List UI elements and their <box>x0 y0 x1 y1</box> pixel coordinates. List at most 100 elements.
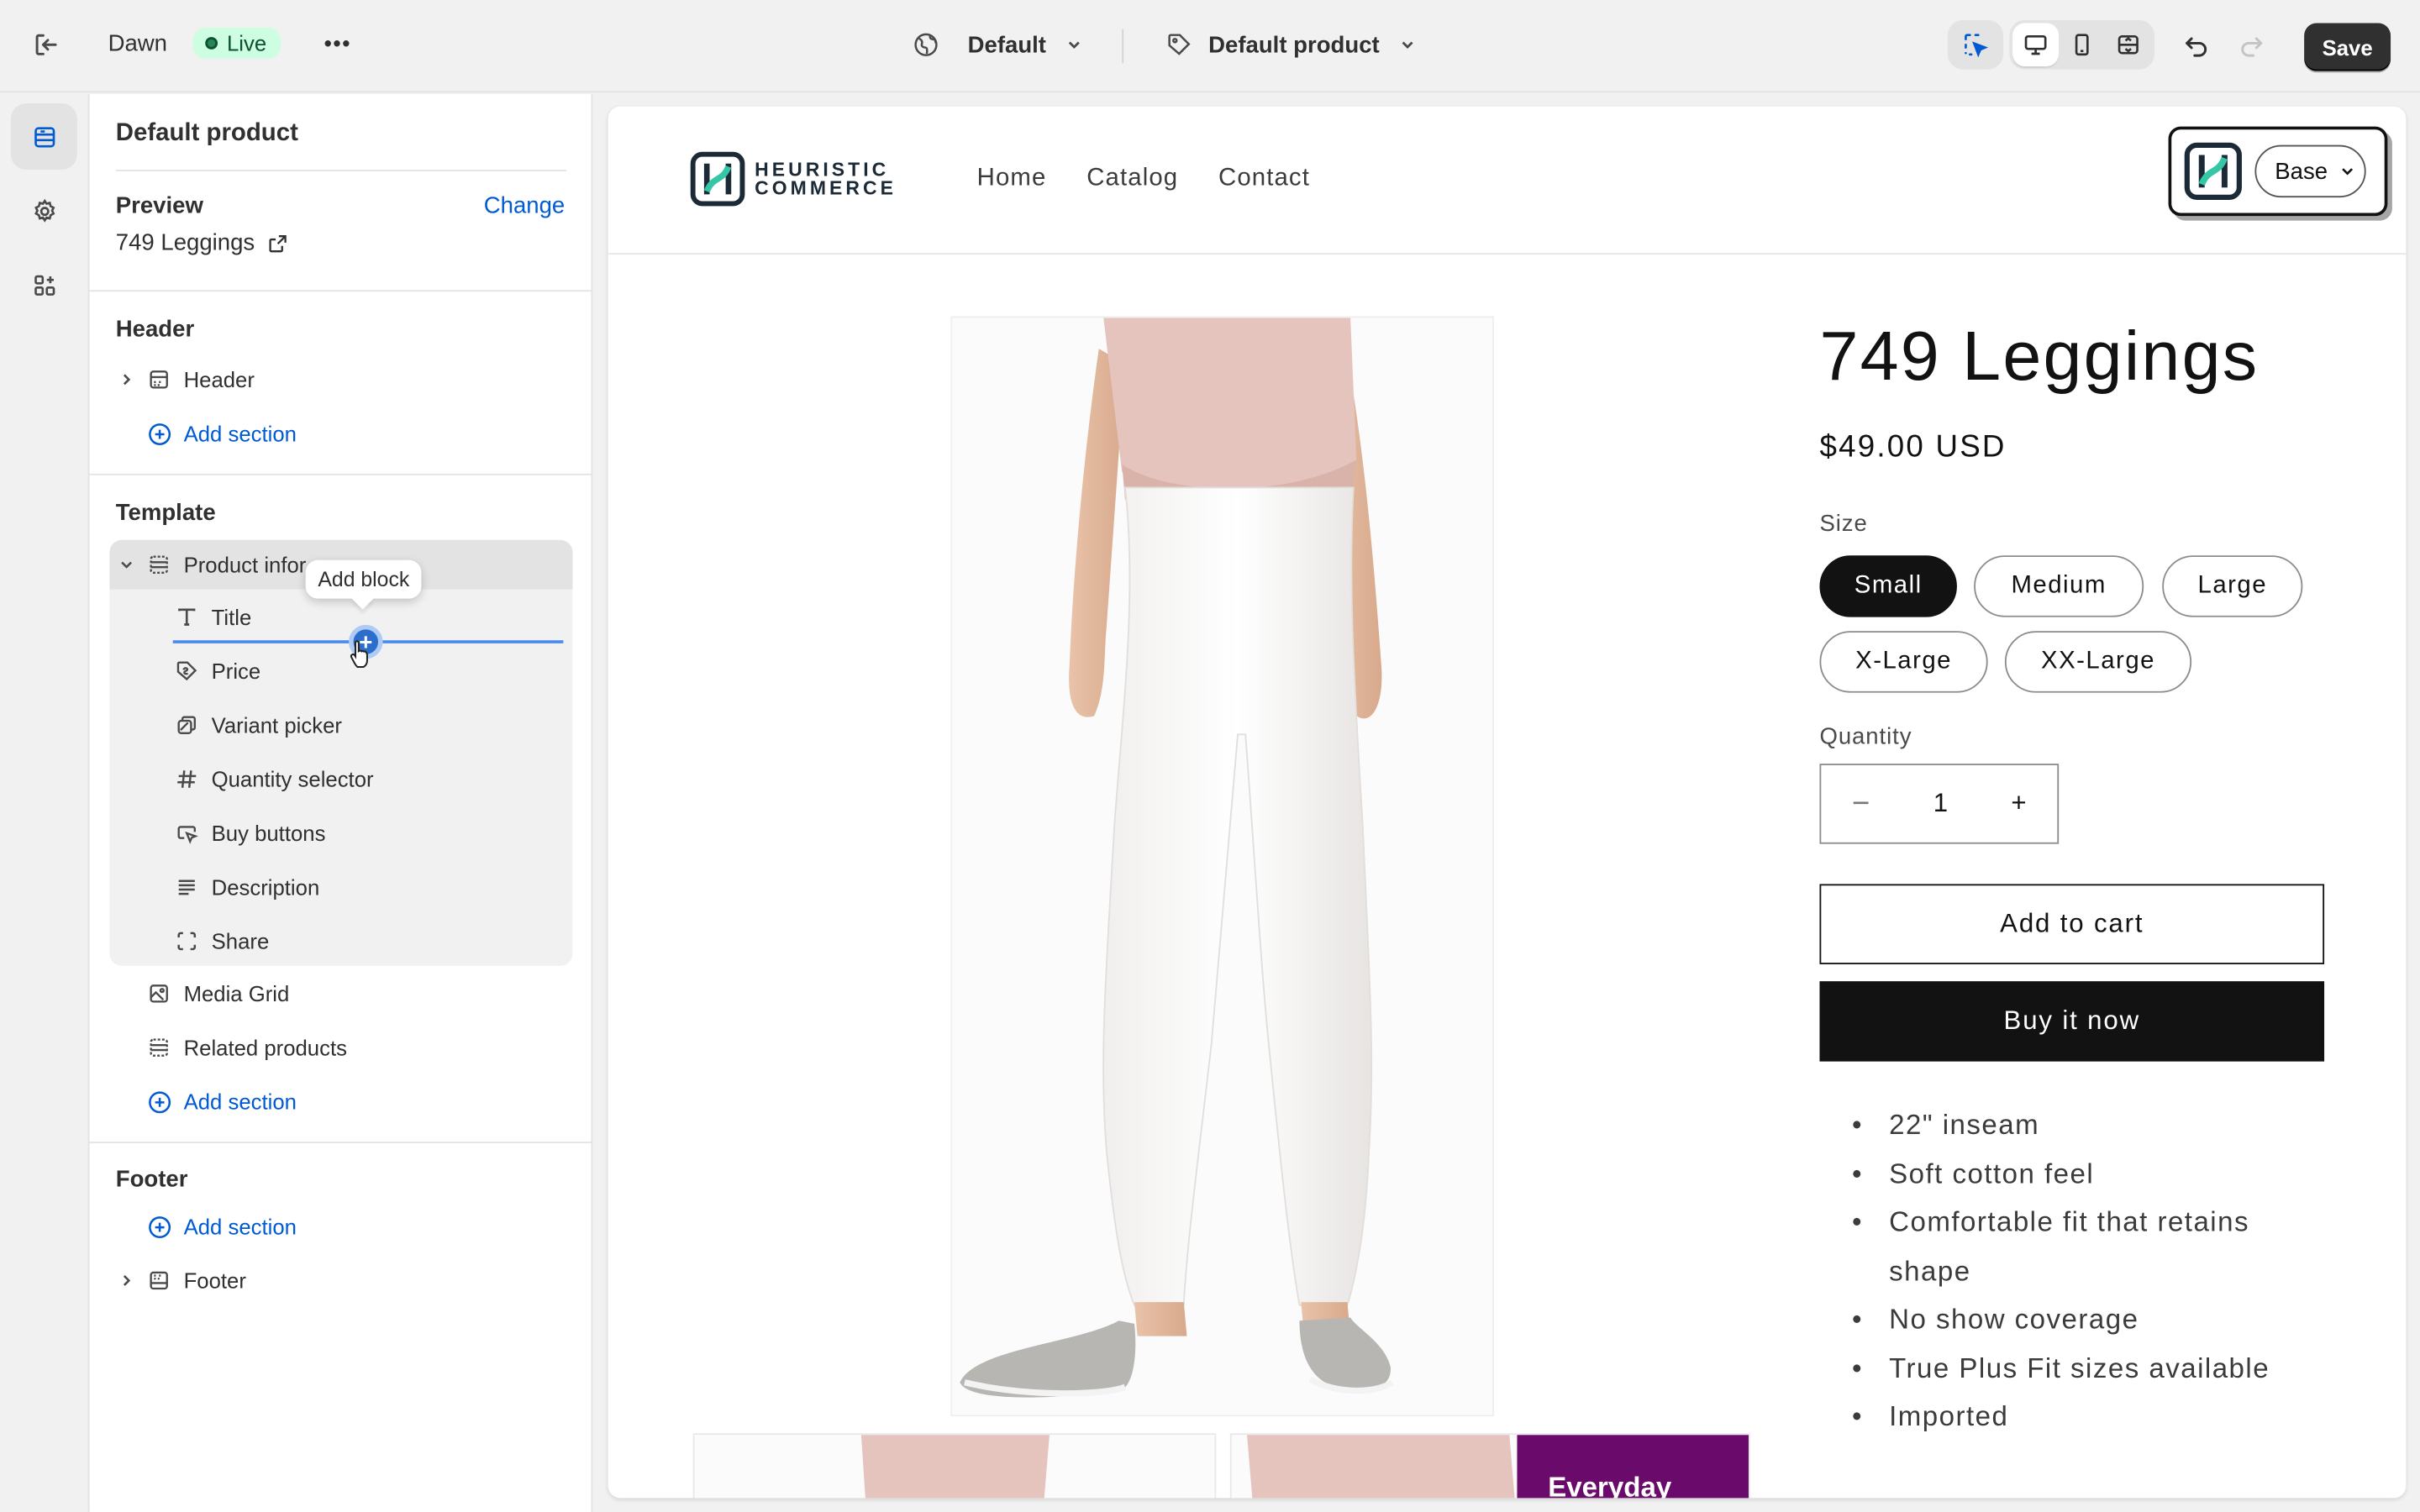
feature-item: 22" inseam <box>1852 1101 2315 1150</box>
logo-line-2: COMMERCE <box>755 177 897 199</box>
template-selector[interactable]: Default product <box>1165 31 1417 59</box>
redo-icon[interactable] <box>2236 31 2267 62</box>
block-quantity-selector[interactable]: Quantity selector <box>175 756 374 802</box>
divider <box>89 1142 593 1143</box>
header-section-icon <box>146 367 171 391</box>
product-main-image[interactable] <box>950 316 1494 1417</box>
select-element-icon[interactable] <box>1951 24 2001 66</box>
desktop-icon[interactable] <box>2012 23 2060 66</box>
nav-home[interactable]: Home <box>977 165 1047 193</box>
button-press-icon <box>175 821 199 845</box>
share-frame-icon <box>175 929 199 953</box>
add-to-cart-button[interactable]: Add to cart <box>1819 884 2325 964</box>
block-label: Price <box>211 659 261 684</box>
block-label: Quantity selector <box>211 766 374 792</box>
exit-icon[interactable] <box>31 29 62 60</box>
store-logo[interactable]: HEURISTIC COMMERCE <box>690 151 897 207</box>
section-product-information[interactable]: Product infor <box>116 542 307 588</box>
base-select-value: Base <box>2275 158 2328 185</box>
add-section-label: Add section <box>183 421 297 446</box>
save-button[interactable]: Save <box>2304 23 2391 71</box>
size-option-x-large[interactable]: X-Large <box>1819 631 1988 693</box>
block-variant-picker[interactable]: Variant picker <box>175 702 342 748</box>
add-section-footer[interactable]: Add section <box>146 1204 297 1250</box>
nav-contact[interactable]: Contact <box>1218 165 1310 193</box>
live-dot-icon <box>205 37 218 50</box>
add-section-template[interactable]: Add section <box>146 1079 297 1125</box>
preview-heading: Preview <box>115 192 203 219</box>
nav-catalog[interactable]: Catalog <box>1086 165 1178 193</box>
fullscreen-icon[interactable] <box>2105 24 2151 66</box>
footer-section-icon <box>146 1268 171 1293</box>
plus-circle-icon <box>149 423 171 445</box>
view-selector[interactable]: Default <box>912 31 1083 59</box>
add-section-header[interactable]: Add section <box>146 411 297 457</box>
section-header[interactable]: Header <box>116 356 255 402</box>
block-buy-buttons[interactable]: Buy buttons <box>175 810 326 856</box>
chevron-right-icon[interactable] <box>116 372 138 387</box>
feature-item: Imported <box>1852 1394 2315 1442</box>
chevron-down-icon <box>2342 168 2354 176</box>
thumbnail-photo <box>1231 1435 1749 1499</box>
sections-icon[interactable] <box>10 103 77 171</box>
size-option-small[interactable]: Small <box>1819 555 1957 617</box>
chevron-down-icon[interactable] <box>116 557 138 572</box>
quantity-increase-button[interactable]: + <box>2011 789 2026 820</box>
size-option-xx-large[interactable]: XX-Large <box>2004 631 2192 693</box>
block-share[interactable]: Share <box>175 918 270 964</box>
editor-topbar: Dawn Live ••• Default Default product Sa… <box>0 0 2420 93</box>
hand-cursor-icon <box>350 640 368 669</box>
header-group-heading: Header <box>115 316 195 343</box>
leggings-photo <box>952 318 1493 1415</box>
size-option-medium[interactable]: Medium <box>1974 555 2144 617</box>
feature-item: True Plus Fit sizes available <box>1852 1345 2315 1394</box>
text-icon <box>175 605 199 629</box>
image-icon <box>146 981 171 1005</box>
block-label: Description <box>211 874 320 900</box>
size-label: Size <box>1819 510 1868 538</box>
divider <box>89 290 593 292</box>
product-section-icon <box>146 553 171 577</box>
block-label: Share <box>211 928 270 954</box>
apps-icon[interactable] <box>11 251 77 318</box>
chevron-down-icon <box>1402 41 1413 49</box>
section-footer[interactable]: Footer <box>116 1257 246 1304</box>
base-select[interactable]: Base <box>2254 144 2366 198</box>
buy-it-now-button[interactable]: Buy it now <box>1819 981 2325 1062</box>
section-icon <box>146 1035 171 1059</box>
preview-product[interactable]: 749 Leggings <box>116 230 289 256</box>
product-thumbnail[interactable] <box>692 1433 1217 1499</box>
section-related-products[interactable]: Related products <box>116 1025 347 1071</box>
divider <box>115 170 567 171</box>
chevron-right-icon[interactable] <box>116 1273 138 1288</box>
product-thumbnail[interactable]: Everyday <box>1229 1433 1750 1499</box>
block-label: Title <box>211 604 252 630</box>
view-selector-label: Default <box>967 31 1046 58</box>
more-actions-icon[interactable]: ••• <box>324 31 352 55</box>
section-label: Product infor <box>183 552 307 577</box>
quantity-value[interactable]: 1 <box>1933 789 1948 820</box>
quantity-stepper: − 1 + <box>1819 764 2060 844</box>
store-nav: Home Catalog Contact <box>977 165 1310 193</box>
store-preview: HEURISTIC COMMERCE Home Catalog Contact … <box>608 106 2407 1499</box>
inspector-toggle <box>1947 19 2004 70</box>
block-description[interactable]: Description <box>175 864 320 911</box>
size-option-large[interactable]: Large <box>2162 555 2303 617</box>
block-title[interactable]: Title <box>175 594 252 640</box>
gear-icon[interactable] <box>11 177 77 244</box>
feature-item: No show coverage <box>1852 1296 2315 1345</box>
store-header: HEURISTIC COMMERCE Home Catalog Contact … <box>608 107 2407 255</box>
mobile-icon[interactable] <box>2059 24 2105 66</box>
external-link-icon <box>269 234 287 252</box>
footer-group-heading: Footer <box>115 1166 188 1193</box>
block-label: Buy buttons <box>211 821 326 846</box>
change-preview-link[interactable]: Change <box>484 193 566 219</box>
quantity-label: Quantity <box>1819 723 1912 750</box>
plus-circle-icon <box>149 1215 171 1238</box>
quantity-decrease-button[interactable]: − <box>1852 786 1870 822</box>
app-picker-widget: Base <box>2168 126 2388 217</box>
section-media-grid[interactable]: Media Grid <box>116 970 289 1016</box>
status-text: Live <box>226 30 267 56</box>
block-price[interactable]: Price <box>175 648 261 694</box>
undo-icon[interactable] <box>2181 31 2212 62</box>
